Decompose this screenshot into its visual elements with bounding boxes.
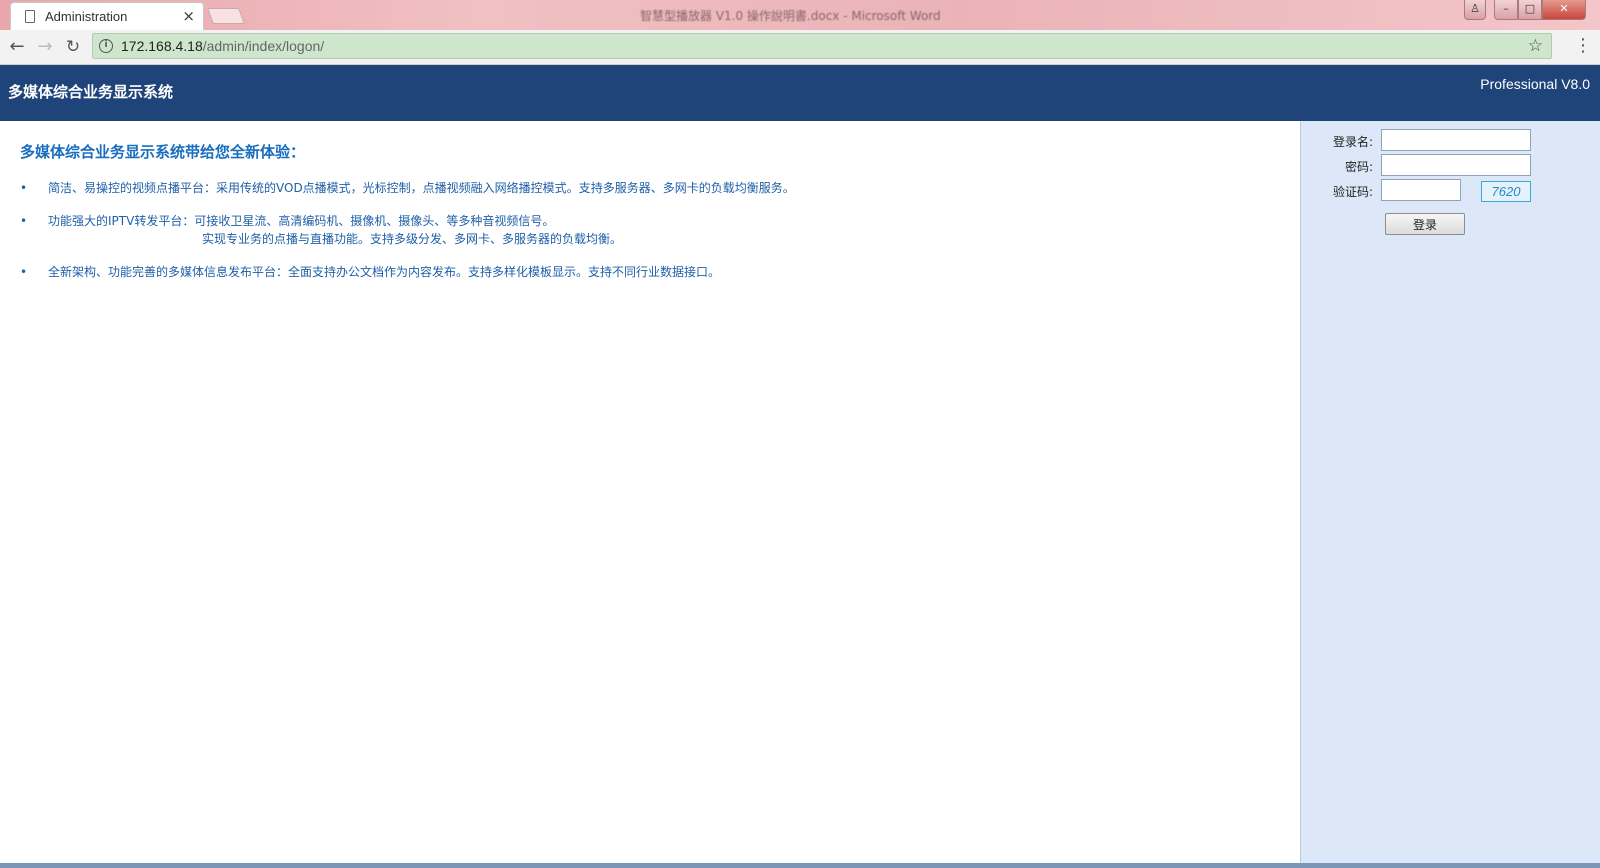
username-row: 登录名: — [1301, 129, 1600, 151]
password-label: 密码: — [1344, 160, 1373, 174]
feature-list: • 简洁、易操控的视频点播平台：采用传统的VOD点播模式，光标控制，点播视频融入… — [20, 179, 795, 296]
captcha-label: 验证码: — [1332, 185, 1373, 199]
maximize-button[interactable]: □ — [1518, 0, 1542, 20]
captcha-row: 验证码: 7620 — [1301, 179, 1600, 202]
bookmark-star-icon[interactable]: ☆ — [1528, 36, 1543, 56]
bullet: • — [20, 214, 28, 228]
feature-text: 简洁、易操控的视频点播平台：采用传统的VOD点播模式，光标控制，点播视频融入网络… — [48, 181, 795, 195]
address-bar[interactable]: i 172.168.4.18/admin/index/logon/ ☆ — [92, 33, 1552, 59]
tab-close-icon[interactable]: × — [182, 7, 195, 25]
captcha-input[interactable] — [1381, 179, 1461, 201]
page-icon — [25, 10, 35, 23]
captcha-image[interactable]: 7620 — [1481, 181, 1531, 202]
feature-item: • 功能强大的IPTV转发平台：可接收卫星流、高清编码机、摄像机、摄像头、等多种… — [20, 212, 795, 248]
password-input[interactable] — [1381, 154, 1531, 176]
version-label: Professional V8.0 — [1480, 76, 1590, 92]
browser-titlebar: Administration × 智慧型播放器 V1.0 操作說明書.docx … — [0, 0, 1600, 30]
back-arrow-icon[interactable]: ← — [5, 35, 29, 59]
bullet: • — [20, 181, 28, 195]
browser-toolbar: ← → ↻ i 172.168.4.18/admin/index/logon/ … — [0, 30, 1600, 65]
feature-item: • 全新架构、功能完善的多媒体信息发布平台：全面支持办公文档作为内容发布。支持多… — [20, 263, 795, 281]
url-text[interactable]: 172.168.4.18/admin/index/logon/ — [121, 38, 324, 54]
username-label: 登录名: — [1332, 135, 1373, 149]
url-host: 172.168.4.18 — [121, 38, 203, 54]
tab-title: Administration — [45, 9, 128, 24]
feature-text: 功能强大的IPTV转发平台：可接收卫星流、高清编码机、摄像机、摄像头、等多种音视… — [48, 214, 555, 228]
browser-menu-icon[interactable]: ⋮ — [1574, 37, 1592, 55]
forward-arrow-icon[interactable]: → — [33, 35, 57, 59]
browser-tab[interactable]: Administration × — [10, 2, 204, 30]
page-header: 多媒体综合业务显示系统 Professional V8.0 — [0, 65, 1600, 121]
login-panel: 登录名: 密码: 验证码: 7620 登录 — [1300, 121, 1600, 863]
user-profile-icon[interactable]: ♙ — [1464, 0, 1486, 20]
os-taskbar — [0, 863, 1600, 868]
close-window-button[interactable]: ✕ — [1542, 0, 1586, 20]
login-button[interactable]: 登录 — [1385, 213, 1465, 235]
feature-text: 全新架构、功能完善的多媒体信息发布平台：全面支持办公文档作为内容发布。支持多样化… — [48, 265, 721, 279]
minimize-button[interactable]: – — [1494, 0, 1518, 20]
new-tab-button[interactable] — [207, 8, 245, 24]
system-title: 多媒体综合业务显示系统 — [8, 83, 174, 101]
main-content: 多媒体综合业务显示系统带给您全新体验： • 简洁、易操控的视频点播平台：采用传统… — [0, 121, 1300, 863]
password-row: 密码: — [1301, 154, 1600, 176]
url-path: /admin/index/logon/ — [202, 38, 325, 54]
username-input[interactable] — [1381, 129, 1531, 151]
bullet: • — [20, 265, 28, 279]
site-info-icon[interactable]: i — [99, 39, 113, 53]
feature-item: • 简洁、易操控的视频点播平台：采用传统的VOD点播模式，光标控制，点播视频融入… — [20, 179, 795, 197]
headline: 多媒体综合业务显示系统带给您全新体验： — [20, 143, 306, 161]
window-title: 智慧型播放器 V1.0 操作說明書.docx - Microsoft Word — [640, 9, 941, 23]
feature-text-continued: 实现专业务的点播与直播功能。支持多级分发、多网卡、多服务器的负载均衡。 — [202, 232, 623, 246]
reload-icon[interactable]: ↻ — [61, 35, 85, 59]
